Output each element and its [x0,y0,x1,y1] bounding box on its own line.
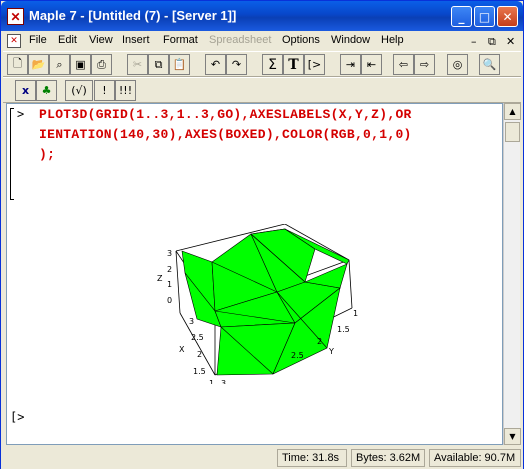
vertical-scrollbar[interactable]: ▲ ▼ [503,103,521,445]
title-bar[interactable]: ✕ Maple 7 - [Untitled (7) - [Server 1]] … [1,1,523,31]
x-tick-1: 1 [209,379,214,384]
back-icon[interactable]: ⇦ [393,54,414,75]
z-tick-2: 2 [167,265,172,274]
paste-icon[interactable]: 📋 [169,54,190,75]
print-icon[interactable]: ⎙ [91,54,112,75]
doc-restore-icon[interactable]: ⧉ [488,35,496,49]
exec-x-button[interactable]: x [15,80,36,101]
y-tick-2.5: 2.5 [291,351,304,360]
execute-button[interactable]: ! [94,80,115,101]
doc-close-icon[interactable]: ✕ [506,35,515,48]
plot3d-output[interactable]: 3 2 1 0 Z 3 2.5 2 1.5 1 X 1 1.5 2 2.5 3 … [157,224,377,384]
outdent-icon[interactable]: ⇤ [361,54,382,75]
x-tick-2: 2 [197,350,202,359]
prompt-symbol: > [17,107,25,121]
menu-view[interactable]: View [89,34,113,46]
y-tick-3: 3 [221,379,226,384]
open-icon[interactable]: 📂 [28,54,49,75]
y-tick-1.5: 1.5 [337,325,350,334]
zoom-icon[interactable]: 🔍 [479,54,500,75]
status-bar: Time: 31.8s Bytes: 3.62M Available: 90.7… [1,447,523,469]
y-axis-label: Y [328,347,334,356]
z-tick-3: 3 [167,249,172,258]
sigma-icon[interactable]: Σ [262,54,283,75]
save-icon[interactable]: ▣ [70,54,91,75]
minimize-button[interactable]: _ [451,6,472,27]
menu-file[interactable]: File [29,34,47,46]
new-icon[interactable]: 🗋 [7,54,28,75]
y-tick-2: 2 [317,337,322,346]
menu-bar: ✕ File Edit View Insert Format Spreadshe… [1,31,523,51]
scroll-thumb[interactable] [505,122,520,142]
group-bracket[interactable] [10,108,14,200]
context-toolbar: x ♣ (√) ! !!! [3,77,521,103]
maple-window: ✕ Maple 7 - [Untitled (7) - [Server 1]] … [0,0,524,469]
status-bytes: Bytes: 3.62M [351,449,425,467]
maple-app-icon[interactable]: ✕ [7,8,24,25]
menu-window[interactable]: Window [331,34,370,46]
y-tick-1: 1 [353,309,358,318]
scroll-down-icon[interactable]: ▼ [504,428,521,445]
empty-prompt[interactable]: [> [10,410,24,424]
cut-icon[interactable]: ✂ [127,54,148,75]
scroll-up-icon[interactable]: ▲ [504,103,521,120]
indent-icon[interactable]: ⇥ [340,54,361,75]
menu-options[interactable]: Options [282,34,320,46]
sqrt-button[interactable]: (√) [65,80,93,101]
x-axis-label: X [179,345,185,354]
menu-help[interactable]: Help [381,34,404,46]
window-title: Maple 7 - [Untitled (7) - [Server 1]] [29,8,237,23]
text-icon[interactable]: T [283,54,304,75]
doc-minimize-icon[interactable]: – [471,35,477,48]
copy-icon[interactable]: ⧉ [148,54,169,75]
undo-icon[interactable]: ↶ [205,54,226,75]
z-axis-label: Z [157,274,163,283]
input-line-2[interactable]: IENTATION(140,30),AXES(BOXED),COLOR(RGB,… [39,127,412,142]
z-tick-0: 0 [167,296,172,305]
main-toolbar: 🗋 📂 ⌕ ▣ ⎙ ✂ ⧉ 📋 ↶ ↷ Σ T [> ⇥ ⇤ ⇦ ⇨ ◎ 🔍 [3,51,521,77]
x-tick-1.5: 1.5 [193,367,206,376]
prompt-icon[interactable]: [> [304,54,325,75]
menu-format[interactable]: Format [163,34,198,46]
maximize-button[interactable]: □ [474,6,495,27]
status-time: Time: 31.8s [277,449,347,467]
x-tick-3: 3 [189,317,194,326]
forward-icon[interactable]: ⇨ [414,54,435,75]
maple-leaf-icon[interactable]: ♣ [36,80,57,101]
input-line-1[interactable]: PLOT3D(GRID(1..3,1..3,GO),AXESLABELS(X,Y… [39,107,412,122]
menu-spreadsheet[interactable]: Spreadsheet [209,34,271,46]
status-available: Available: 90.7M [429,449,521,467]
redo-icon[interactable]: ↷ [226,54,247,75]
stop-icon[interactable]: ◎ [447,54,468,75]
worksheet[interactable]: > PLOT3D(GRID(1..3,1..3,GO),AXESLABELS(X… [6,103,503,445]
document-icon[interactable]: ✕ [7,34,21,48]
menu-edit[interactable]: Edit [58,34,77,46]
z-tick-1: 1 [167,280,172,289]
open-url-icon[interactable]: ⌕ [49,54,70,75]
menu-insert[interactable]: Insert [122,34,150,46]
execute-all-button[interactable]: !!! [115,80,136,101]
x-tick-2.5: 2.5 [191,333,204,342]
close-button[interactable]: ✕ [497,6,518,27]
input-line-3[interactable]: ); [39,147,55,162]
